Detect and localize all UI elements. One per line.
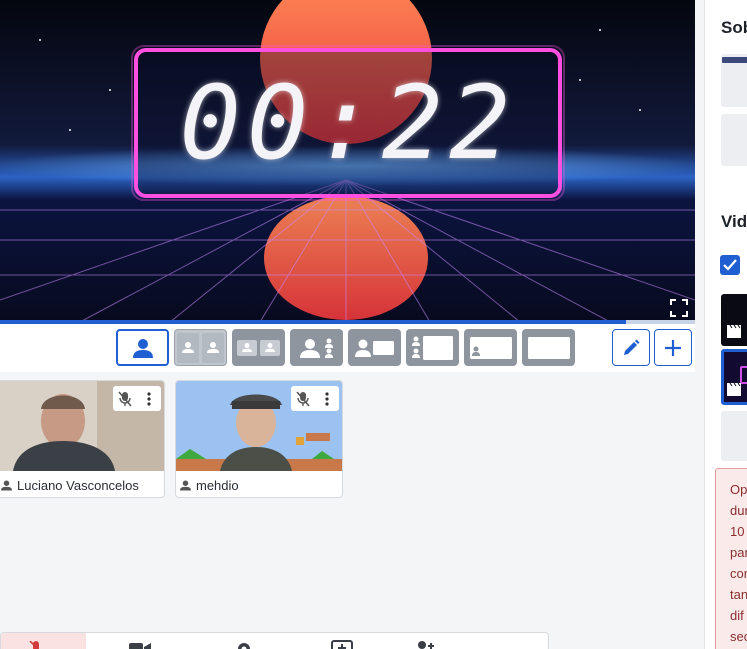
screen-with-people-icon [411, 335, 453, 360]
person-icon [182, 342, 194, 353]
add-layout-button[interactable] [654, 329, 692, 366]
participant-controls [291, 386, 339, 411]
videos-checkbox[interactable] [720, 255, 740, 275]
checkmark-icon [723, 259, 737, 271]
warning-line: dif [730, 608, 744, 623]
layout-picture-small-button[interactable] [464, 329, 517, 366]
clapperboard-icon [727, 324, 741, 338]
section-heading-overlays: Sob [721, 18, 747, 37]
video-clip-card-selected[interactable] [721, 349, 747, 405]
warning-line: par [730, 545, 747, 560]
person-icon [180, 479, 191, 491]
participant-card[interactable]: mehdio [175, 380, 343, 498]
invite-guest-icon[interactable] [413, 639, 435, 649]
layout-thin-right-button[interactable] [290, 329, 343, 366]
person-icon [1, 479, 12, 491]
right-side-panel: Sob Vid Op dur 10 par cor tan dif sec [704, 0, 747, 649]
person-icon [207, 342, 219, 353]
mic-off-icon[interactable] [291, 386, 315, 411]
person-with-screen-icon [354, 339, 394, 357]
person-icon [265, 343, 275, 352]
fullscreen-icon[interactable] [670, 299, 688, 317]
plus-icon [665, 339, 681, 356]
screen-with-thumbnail-icon [469, 336, 512, 359]
video-clip-card[interactable] [721, 411, 747, 461]
video-thumbnail-frame [740, 366, 747, 384]
participant-name-row: Luciano Vasconcelos [0, 474, 164, 496]
layout-blank-button[interactable] [522, 329, 575, 366]
layout-side-by-side-button[interactable] [174, 329, 227, 366]
participant-name: Luciano Vasconcelos [17, 477, 139, 493]
overlay-thumbnail [722, 57, 747, 63]
blank-screen-icon [527, 336, 570, 359]
warning-line: 10 [730, 524, 745, 539]
person-icon [132, 338, 153, 358]
warning-line: sec [730, 629, 747, 644]
layout-toolbar [0, 324, 695, 372]
warning-line: dur [730, 503, 747, 518]
overlay-card[interactable] [721, 54, 747, 107]
add-media-icon[interactable] [331, 639, 353, 649]
camera-icon[interactable] [129, 639, 151, 649]
mic-off-icon [29, 641, 40, 649]
mic-button[interactable] [1, 633, 86, 649]
warning-notice: Op dur 10 par cor tan dif sec [715, 468, 747, 649]
participant-card[interactable]: Luciano Vasconcelos [0, 380, 165, 498]
more-options-icon[interactable] [315, 386, 339, 411]
edit-layout-button[interactable] [612, 329, 650, 366]
gear-icon[interactable] [233, 639, 255, 649]
more-options-icon[interactable] [137, 386, 161, 411]
warning-line: cor [730, 566, 747, 581]
participant-name-row: mehdio [176, 474, 342, 496]
video-clip-card[interactable] [721, 294, 747, 346]
bottom-control-bar [0, 632, 549, 649]
section-heading-videos: Vid [721, 212, 747, 231]
layout-grouped-button[interactable] [232, 329, 285, 366]
mic-off-icon[interactable] [113, 386, 137, 411]
warning-line: tan [730, 587, 747, 602]
overlay-card[interactable] [721, 114, 747, 166]
timer-display: 00:22 [179, 63, 517, 183]
pencil-icon [624, 339, 640, 355]
layout-picture-left-button[interactable] [406, 329, 459, 366]
layout-solo-button[interactable] [116, 329, 169, 366]
person-with-sidebar-icon [299, 338, 333, 358]
clapperboard-icon [727, 382, 741, 396]
layout-picture-right-button[interactable] [348, 329, 401, 366]
warning-line: Op [730, 482, 747, 497]
participant-controls [113, 386, 161, 411]
video-preview: 00:22 [0, 0, 695, 322]
person-icon [242, 343, 252, 352]
participant-name: mehdio [196, 477, 239, 493]
